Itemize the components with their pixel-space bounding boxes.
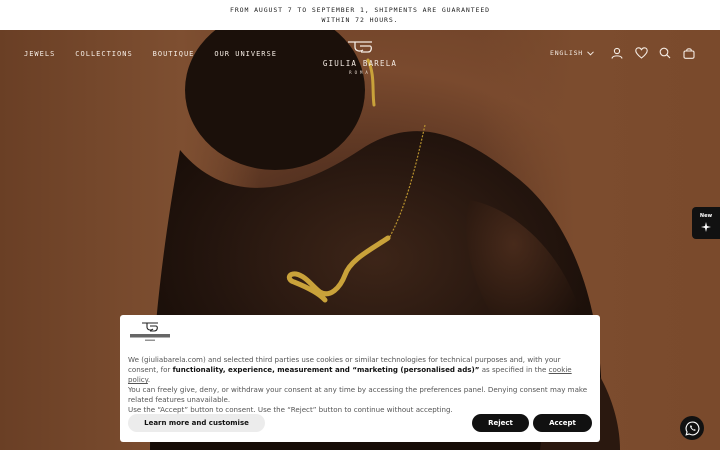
- bag-icon[interactable]: [682, 46, 696, 60]
- new-badge-label: New: [699, 213, 713, 219]
- cookie-text-3: .: [147, 375, 151, 384]
- cookie-message: We (giuliabarela.com) and selected third…: [128, 355, 592, 415]
- sparkle-icon: [701, 222, 711, 232]
- search-icon[interactable]: [658, 46, 672, 60]
- brand-sub: ROMA: [349, 70, 371, 75]
- cookie-text-2: as specified in the: [479, 365, 549, 374]
- nav-item-boutique-label: BOUTIQUE: [152, 50, 195, 58]
- brand-logo[interactable]: GIULIA BARELA ROMA: [322, 38, 398, 75]
- cookie-brand-logo: [130, 322, 170, 341]
- cookie-actions: Learn more and customise Reject Accept: [128, 414, 592, 432]
- accept-button[interactable]: Accept: [533, 414, 592, 432]
- nav-item-collections[interactable]: COLLECTIONS: [75, 50, 132, 58]
- nav-item-our-universe[interactable]: OUR UNIVERSE: [214, 50, 277, 58]
- language-label: ENGLISH: [550, 49, 583, 57]
- chevron-down-icon: [587, 50, 594, 56]
- main-nav: JEWELS COLLECTIONS BOUTIQUE OUR UNIVERSE…: [0, 30, 720, 80]
- brand-name: GIULIA BARELA: [322, 59, 398, 68]
- whatsapp-chat-button[interactable]: [680, 416, 704, 440]
- cookie-text-bold: functionality, experience, measurement a…: [172, 365, 480, 374]
- announcement-text: FROM AUGUST 7 TO SEPTEMBER 1, SHIPMENTS …: [230, 6, 490, 24]
- cookie-text-line-2: You can freely give, deny, or withdraw y…: [128, 385, 588, 404]
- account-icon[interactable]: [610, 46, 624, 60]
- nav-links: JEWELS COLLECTIONS BOUTIQUE OUR UNIVERSE: [24, 50, 277, 58]
- new-badge-button[interactable]: New: [692, 207, 720, 239]
- cookie-text-line-3: Use the “Accept” button to consent. Use …: [128, 405, 453, 414]
- nav-item-jewels[interactable]: JEWELS: [24, 50, 55, 58]
- whatsapp-icon: [684, 421, 699, 436]
- wishlist-icon[interactable]: [634, 46, 648, 60]
- reject-button[interactable]: Reject: [472, 414, 529, 432]
- language-selector[interactable]: ENGLISH: [550, 49, 594, 57]
- brand-monogram-icon: [348, 41, 372, 53]
- cookie-banner: We (giuliabarela.com) and selected third…: [120, 315, 600, 442]
- learn-more-button[interactable]: Learn more and customise: [128, 414, 265, 432]
- nav-utilities: ENGLISH: [550, 46, 696, 60]
- nav-item-boutique[interactable]: BOUTIQUE: [153, 50, 195, 58]
- announcement-bar: FROM AUGUST 7 TO SEPTEMBER 1, SHIPMENTS …: [0, 0, 720, 30]
